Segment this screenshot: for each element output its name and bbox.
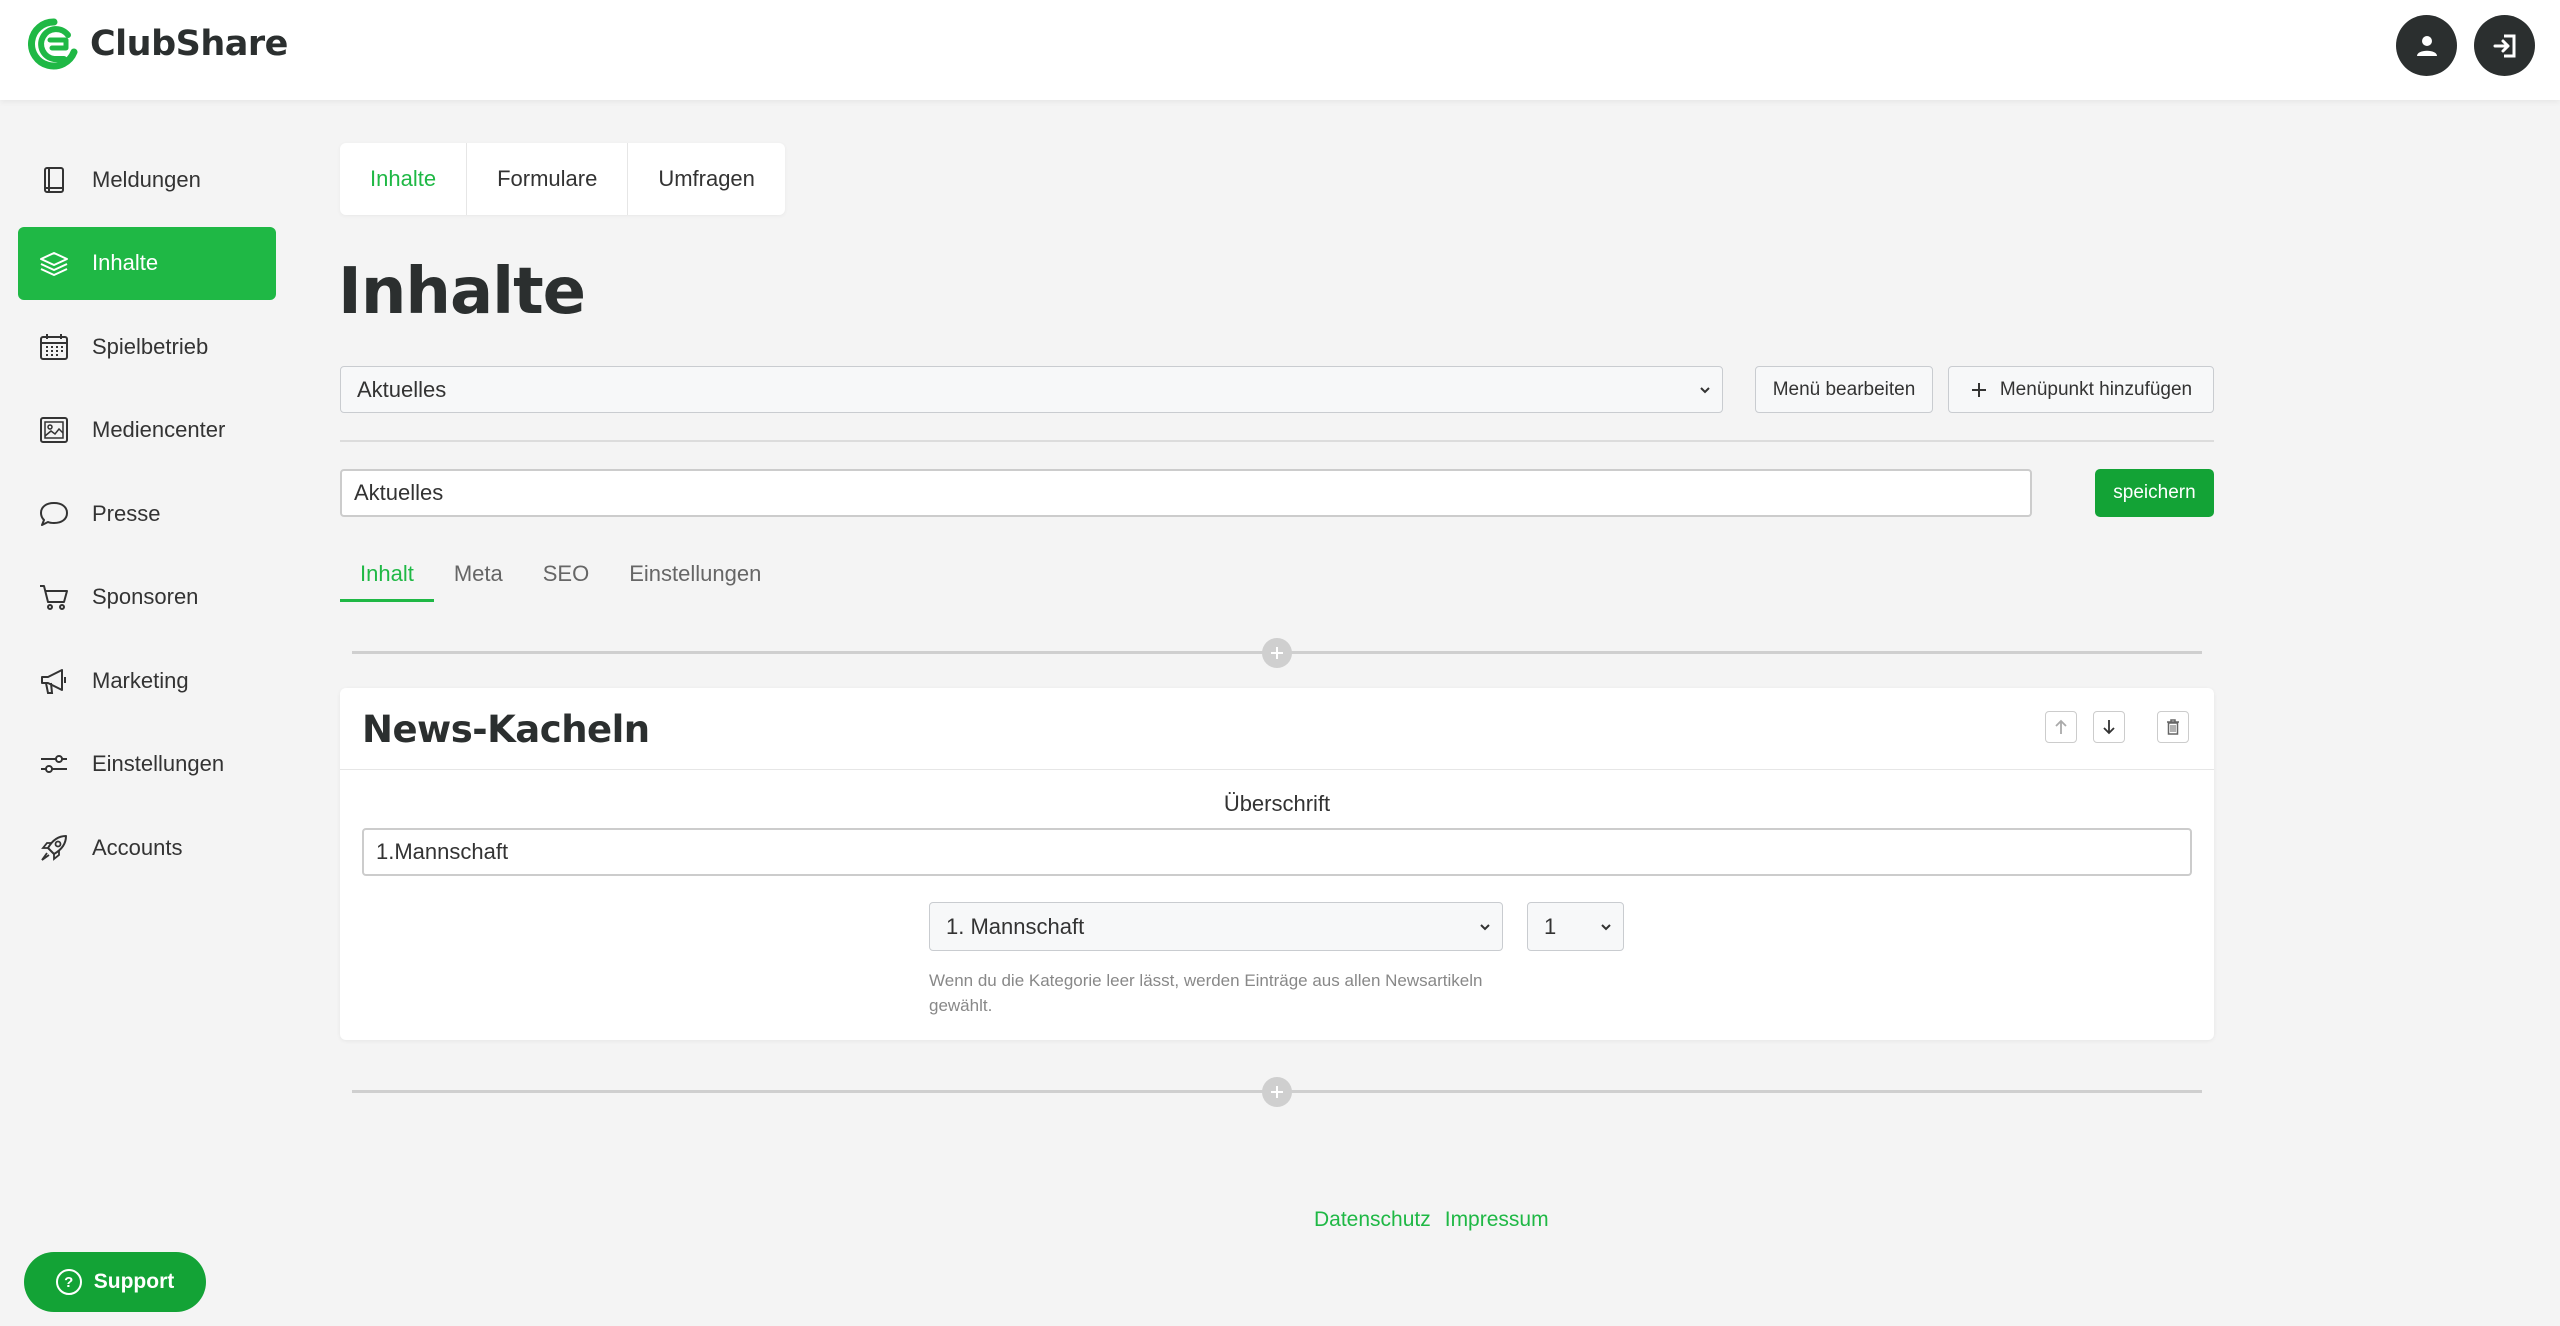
app-name: ClubShare (90, 24, 288, 64)
move-down-button[interactable] (2093, 711, 2125, 743)
chat-icon (38, 498, 70, 530)
delete-block-button[interactable] (2157, 711, 2189, 743)
tab-umfragen[interactable]: Umfragen (628, 143, 785, 215)
chevron-down-icon (1700, 386, 1710, 393)
arrow-up-icon (2055, 719, 2067, 734)
content-type-tabs: Inhalte Formulare Umfragen (340, 143, 785, 215)
top-bar: ClubShare (0, 0, 2560, 100)
sidebar-item-einstellungen[interactable]: Einstellungen (18, 728, 276, 801)
edit-menu-label: Menü bearbeiten (1772, 378, 1916, 400)
sidebar-item-mediencenter[interactable]: Mediencenter (18, 394, 276, 467)
imprint-link[interactable]: Impressum (1445, 1208, 1549, 1232)
logout-button[interactable] (2474, 15, 2535, 76)
editor-tabs: Inhalt Meta SEO Einstellungen (340, 555, 781, 602)
book-icon (38, 164, 70, 196)
page-title: Inhalte (338, 255, 586, 329)
user-icon (2416, 35, 2437, 56)
category-select-value: 1. Mannschaft (946, 913, 1085, 939)
sidebar-item-label: Einstellungen (92, 751, 225, 776)
sidebar-item-meldungen[interactable]: Meldungen (18, 143, 276, 216)
layers-icon (38, 247, 70, 279)
add-block-button[interactable] (1262, 638, 1292, 668)
sidebar-item-sponsoren[interactable]: Sponsoren (18, 561, 276, 634)
block-header: News-Kacheln (340, 688, 2214, 770)
cart-icon (38, 581, 70, 613)
heading-input-value: 1.Mannschaft (376, 839, 509, 864)
sidebar-item-spielbetrieb[interactable]: Spielbetrieb (18, 310, 276, 383)
sidebar-item-label: Sponsoren (92, 584, 199, 609)
image-icon (38, 414, 70, 446)
logout-icon (2493, 34, 2515, 57)
arrow-down-icon (2103, 720, 2115, 735)
page-title-input[interactable]: Aktuelles (340, 469, 2032, 517)
privacy-link[interactable]: Datenschutz (1314, 1208, 1431, 1232)
sidebar-nav: Meldungen Inhalte Spielbetrieb Mediencen… (18, 143, 276, 895)
page-title-input-value: Aktuelles (354, 480, 444, 505)
plus-icon (1271, 647, 1283, 659)
add-menu-item-label: Menüpunkt hinzufügen (1999, 378, 2193, 400)
sidebar-item-label: Mediencenter (92, 417, 226, 442)
app-logo[interactable]: ClubShare (28, 18, 288, 70)
chevron-down-icon (1480, 923, 1490, 930)
save-button[interactable]: speichern (2095, 469, 2214, 517)
tab-meta[interactable]: Meta (434, 555, 523, 602)
clubshare-logo-icon (28, 18, 78, 70)
category-select[interactable]: 1. Mannschaft (929, 902, 1503, 951)
sidebar-item-label: Spielbetrieb (92, 333, 209, 359)
sidebar-item-label: Presse (92, 500, 161, 526)
calendar-icon (38, 331, 70, 363)
tab-seo[interactable]: SEO (523, 555, 609, 602)
sidebar-item-label: Accounts (92, 834, 183, 860)
menu-select-value: Aktuelles (357, 376, 447, 402)
sidebar-item-accounts[interactable]: Accounts (18, 811, 276, 884)
sidebar-item-marketing[interactable]: Marketing (18, 644, 276, 717)
tab-einstellungen[interactable]: Einstellungen (609, 555, 781, 602)
category-hint: Wenn du die Kategorie leer lässt, werden… (929, 971, 1483, 1015)
support-label: Support (93, 1270, 175, 1293)
heading-label: Überschrift (1223, 791, 1331, 816)
megaphone-icon (38, 665, 70, 697)
rocket-icon (38, 832, 70, 864)
add-menu-item-button[interactable]: Menüpunkt hinzufügen (1948, 366, 2214, 413)
support-button[interactable]: ? Support (24, 1252, 206, 1312)
help-icon: ? (55, 1269, 82, 1295)
tab-inhalt[interactable]: Inhalt (340, 555, 434, 602)
add-block-button[interactable] (1262, 1077, 1292, 1107)
divider (340, 440, 2214, 442)
news-tiles-block: News-Kacheln Überschrift 1.Mannschaft 1.… (340, 688, 2214, 1040)
sliders-icon (38, 748, 70, 780)
sidebar-item-inhalte[interactable]: Inhalte (18, 226, 276, 300)
count-select-value: 1 (1544, 913, 1557, 939)
sidebar-item-label: Meldungen (92, 166, 201, 192)
user-profile-button[interactable] (2396, 15, 2457, 76)
heading-input[interactable]: 1.Mannschaft (362, 828, 2192, 876)
tab-inhalte[interactable]: Inhalte (340, 143, 468, 215)
menu-select[interactable]: Aktuelles (340, 366, 1723, 413)
trash-icon (2167, 719, 2179, 735)
tab-formulare[interactable]: Formulare (467, 143, 629, 215)
sidebar-item-presse[interactable]: Presse (18, 477, 276, 550)
sidebar-item-label: Inhalte (92, 250, 159, 275)
edit-menu-button[interactable]: Menü bearbeiten (1755, 366, 1933, 413)
sidebar-item-label: Marketing (92, 667, 189, 693)
chevron-down-icon (1601, 923, 1611, 930)
count-select[interactable]: 1 (1527, 902, 1624, 951)
plus-icon (1271, 1086, 1283, 1098)
footer-links: Datenschutz Impressum (1314, 1208, 1549, 1232)
block-title: News-Kacheln (362, 708, 650, 751)
plus-icon (1971, 382, 1986, 397)
move-up-button[interactable] (2045, 711, 2077, 743)
